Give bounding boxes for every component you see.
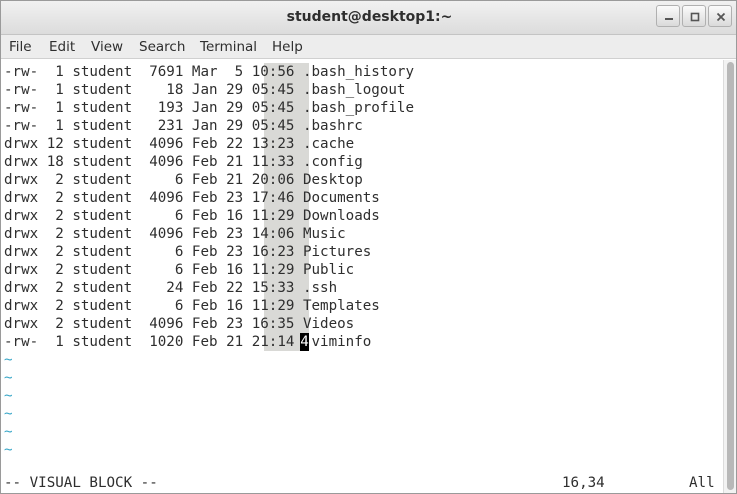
listing-line: drwx 2 student 6 Feb 16 11:29 Public xyxy=(4,262,355,278)
menu-bar: File Edit View Search Terminal Help xyxy=(1,35,736,59)
minimize-icon xyxy=(665,18,673,20)
scrollbar[interactable] xyxy=(723,60,736,493)
listing-line: -rw- 1 student 231 Jan 29 05:45 .bashrc xyxy=(4,118,363,134)
close-button[interactable] xyxy=(708,5,732,27)
listing-line: drwx 2 student 6 Feb 21 20:06 Desktop xyxy=(4,172,363,188)
listing-line: drwx 2 student 4096 Feb 23 16:35 Videos xyxy=(4,316,355,332)
menu-help[interactable]: Help xyxy=(272,39,303,55)
listing-line: -rw- 1 student 18 Jan 29 05:45 .bash_log… xyxy=(4,82,406,98)
menu-file[interactable]: File xyxy=(9,39,32,55)
window-controls xyxy=(654,5,732,27)
title-bar[interactable]: student@desktop1:~ xyxy=(1,1,736,35)
minimize-button[interactable] xyxy=(656,5,680,27)
listing-line: drwx 2 student 4096 Feb 23 17:46 Documen… xyxy=(4,190,380,206)
listing-line: -rw- 1 student 7691 Mar 5 10:56 .bash_hi… xyxy=(4,64,414,80)
listing-line: drwx 2 student 4096 Feb 23 14:06 Music xyxy=(4,226,346,242)
empty-line-tilde: ~ xyxy=(4,442,13,458)
empty-line-tilde: ~ xyxy=(4,388,13,404)
menu-terminal[interactable]: Terminal xyxy=(200,39,257,55)
listing-line: drwx 2 student 24 Feb 22 15:33 .ssh xyxy=(4,280,338,296)
empty-line-tilde: ~ xyxy=(4,406,13,422)
listing-line: drwx 2 student 6 Feb 23 16:23 Pictures xyxy=(4,244,372,260)
terminal-window: student@desktop1:~ File Edit View Search… xyxy=(0,0,737,494)
maximize-button[interactable] xyxy=(682,5,706,27)
menu-view[interactable]: View xyxy=(91,39,123,55)
cursor-position: 16,34 xyxy=(562,475,605,491)
terminal-area[interactable]: -- VISUAL BLOCK -- 16,34 All -rw- 1 stud… xyxy=(1,60,723,493)
listing-line: drwx 18 student 4096 Feb 21 11:33 .confi… xyxy=(4,154,363,170)
vim-mode-indicator: -- VISUAL BLOCK -- xyxy=(4,475,158,491)
listing-line: -rw- 1 student 193 Jan 29 05:45 .bash_pr… xyxy=(4,100,414,116)
scroll-indicator: All xyxy=(689,475,715,491)
listing-line: drwx 2 student 6 Feb 16 11:29 Templates xyxy=(4,298,380,314)
empty-line-tilde: ~ xyxy=(4,352,13,368)
maximize-icon xyxy=(690,12,700,22)
scrollbar-thumb[interactable] xyxy=(727,62,734,490)
text-cursor: 4 xyxy=(300,333,309,351)
menu-edit[interactable]: Edit xyxy=(49,39,75,55)
window-title: student@desktop1:~ xyxy=(286,9,453,25)
empty-line-tilde: ~ xyxy=(4,424,13,440)
close-icon xyxy=(716,12,726,22)
menu-search[interactable]: Search xyxy=(139,39,185,55)
listing-line: drwx 2 student 6 Feb 16 11:29 Downloads xyxy=(4,208,380,224)
empty-line-tilde: ~ xyxy=(4,370,13,386)
listing-line: -rw- 1 student 1020 Feb 21 21:14 .viminf… xyxy=(4,334,372,350)
listing-line: drwx 12 student 4096 Feb 22 13:23 .cache xyxy=(4,136,355,152)
